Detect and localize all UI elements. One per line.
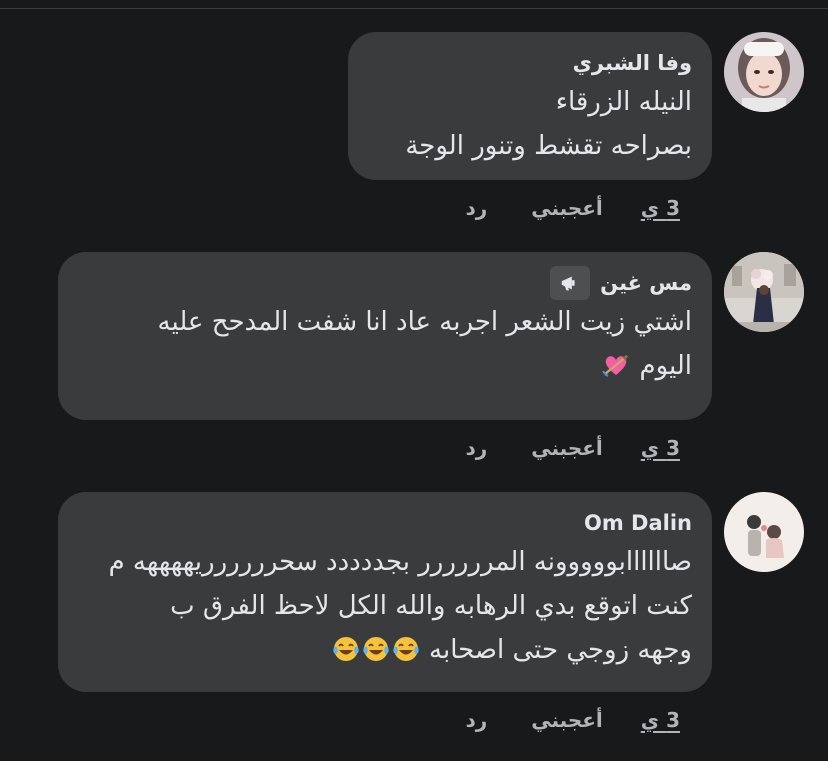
timestamp-link[interactable]: 3 ي: [641, 708, 680, 732]
comment-line: اشتي زيت الشعر اجربه عاد انا شفت المدحح …: [157, 307, 692, 337]
author-name[interactable]: مس غين: [600, 271, 692, 295]
avatar[interactable]: [724, 252, 804, 332]
comment-line: كنت اتوقع بدي الرهابه والله الكل لاحظ ال…: [170, 591, 692, 621]
comment-bubble: مس غين اشتي زيت الشعر اجربه عاد انا شفت …: [58, 252, 712, 420]
comment-line: وجهه زوجي حتى اصحابه: [78, 628, 692, 672]
author-row: Om Dalin: [78, 506, 692, 540]
avatar-photo-icon: [724, 492, 804, 572]
comment-actions: 3 ي أعجبني رد: [466, 196, 681, 220]
comment-line: بصراحه تقشط وتنور الوجة: [405, 131, 692, 161]
like-button[interactable]: أعجبني: [531, 436, 603, 460]
comment-actions: 3 ي أعجبني رد: [466, 708, 681, 732]
reply-button[interactable]: رد: [466, 196, 488, 220]
top-fan-badge: [550, 266, 591, 300]
avatar[interactable]: [724, 32, 804, 112]
comment-bubble: Om Dalin صاااااابووووونه المرررررر بجددد…: [58, 492, 712, 692]
megaphone-icon: [561, 276, 575, 291]
reply-button[interactable]: رد: [466, 436, 488, 460]
timestamp-link[interactable]: 3 ي: [641, 196, 680, 220]
comment-bubble: وفا الشبري النيله الزرقاء بصراحه تقشط وت…: [348, 32, 712, 180]
author-name[interactable]: وفا الشبري: [573, 51, 692, 75]
tears-of-joy-emoji: [392, 635, 420, 663]
comment-text: اليوم: [639, 351, 692, 381]
comment-line: صاااااابووووونه المرررررر بجددددد سحرررر…: [108, 547, 692, 577]
avatar[interactable]: [724, 492, 804, 572]
comment-line: اليوم: [78, 344, 692, 388]
like-button[interactable]: أعجبني: [531, 708, 603, 732]
author-name[interactable]: Om Dalin: [584, 511, 692, 535]
author-row: وفا الشبري: [368, 46, 692, 80]
comment-actions: 3 ي أعجبني رد: [466, 436, 681, 460]
reply-button[interactable]: رد: [466, 708, 488, 732]
tears-of-joy-emoji: [332, 635, 360, 663]
comment-text: وجهه زوجي حتى اصحابه: [429, 635, 692, 665]
top-divider: [0, 8, 828, 9]
author-row: مس غين: [78, 266, 692, 300]
heart-with-arrow-emoji: [602, 351, 630, 379]
avatar-photo-icon: [724, 32, 804, 112]
comment-line: النيله الزرقاء: [555, 87, 692, 117]
tears-of-joy-emoji: [362, 635, 390, 663]
timestamp-link[interactable]: 3 ي: [641, 436, 680, 460]
avatar-photo-icon: [724, 252, 804, 332]
like-button[interactable]: أعجبني: [531, 196, 603, 220]
